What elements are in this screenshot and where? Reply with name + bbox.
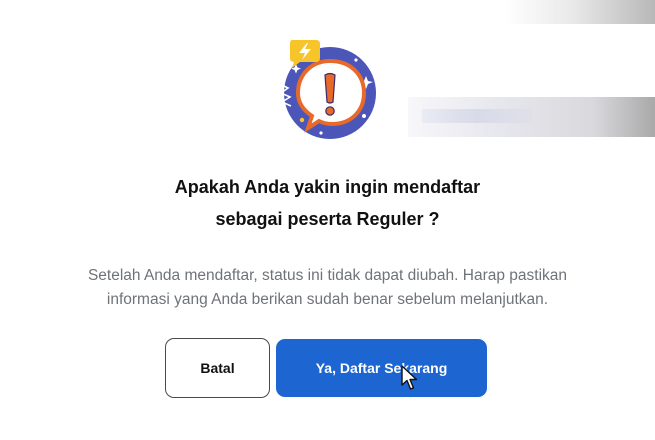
dialog-description-line-1: Setelah Anda mendaftar, status ini tidak… <box>87 267 568 284</box>
confirm-button-label: Ya, Daftar Sekarang <box>315 360 448 376</box>
warning-exclamation-icon <box>279 40 376 139</box>
dialog-title-line-2: sebagai peserta Reguler ? <box>215 209 440 229</box>
dialog-title-line-1: Apakah Anda yakin ingin mendaftar <box>174 177 481 197</box>
warning-illustration <box>266 36 388 146</box>
dialog-description: Setelah Anda mendaftar, status ini tidak… <box>0 264 655 312</box>
confirm-register-button[interactable]: Ya, Daftar Sekarang <box>276 339 487 397</box>
background-blur-top <box>505 0 655 24</box>
cancel-button-label: Batal <box>200 360 235 376</box>
cancel-button[interactable]: Batal <box>165 338 270 398</box>
background-blur-middle <box>408 97 655 137</box>
dialog-description-line-2: informasi yang Anda berikan sudah benar … <box>106 291 549 308</box>
dialog-title: Apakah Anda yakin ingin mendaftar sebaga… <box>0 171 655 235</box>
